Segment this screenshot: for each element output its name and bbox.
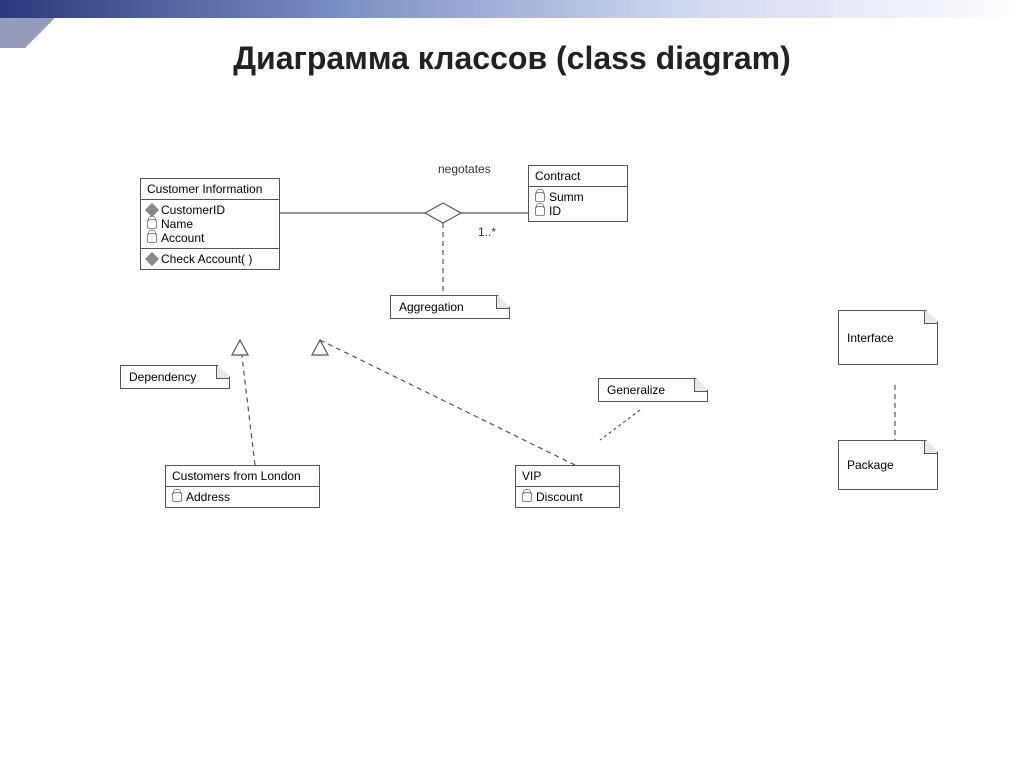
attr-summ: Summ: [535, 190, 621, 204]
attr-customerid: CustomerID: [147, 203, 273, 217]
lock-icon-name: [147, 219, 157, 229]
method-check-account: Check Account( ): [147, 252, 273, 266]
negotates-label: negotates: [438, 162, 491, 176]
attr-id: ID: [535, 204, 621, 218]
attr-address: Address: [172, 490, 313, 504]
multiplicity-label: 1..*: [478, 225, 496, 239]
customers-london-box: Customers from London Address: [165, 465, 320, 508]
lock-icon-address: [172, 492, 182, 502]
diagram: Customer Information CustomerID Name Acc…: [60, 110, 964, 728]
top-bar: [0, 0, 1024, 18]
key-icon-method: [145, 252, 159, 266]
lock-icon-account: [147, 233, 157, 243]
vip-title: VIP: [516, 466, 619, 487]
customer-info-attrs: CustomerID Name Account: [141, 200, 279, 248]
interface-note: Interface: [838, 310, 938, 365]
attr-name: Name: [147, 217, 273, 231]
customers-london-title: Customers from London: [166, 466, 319, 487]
package-note: Package: [838, 440, 938, 490]
contract-attrs: Summ ID: [529, 187, 627, 221]
customer-info-title: Customer Information: [141, 179, 279, 200]
contract-box: Contract Summ ID: [528, 165, 628, 222]
attr-discount: Discount: [522, 490, 613, 504]
dependency-note: Dependency: [120, 365, 230, 389]
lock-icon-summ: [535, 192, 545, 202]
key-icon: [145, 203, 159, 217]
attr-account: Account: [147, 231, 273, 245]
customer-information-box: Customer Information CustomerID Name Acc…: [140, 178, 280, 270]
page-title: Диаграмма классов (class diagram): [0, 40, 1024, 77]
customer-info-methods: Check Account( ): [141, 248, 279, 269]
lock-icon-discount: [522, 492, 532, 502]
vip-box: VIP Discount: [515, 465, 620, 508]
contract-title: Contract: [529, 166, 627, 187]
customers-london-attrs: Address: [166, 487, 319, 507]
generalize-note: Generalize: [598, 378, 708, 402]
aggregation-note: Aggregation: [390, 295, 510, 319]
lock-icon-id: [535, 206, 545, 216]
vip-attrs: Discount: [516, 487, 619, 507]
